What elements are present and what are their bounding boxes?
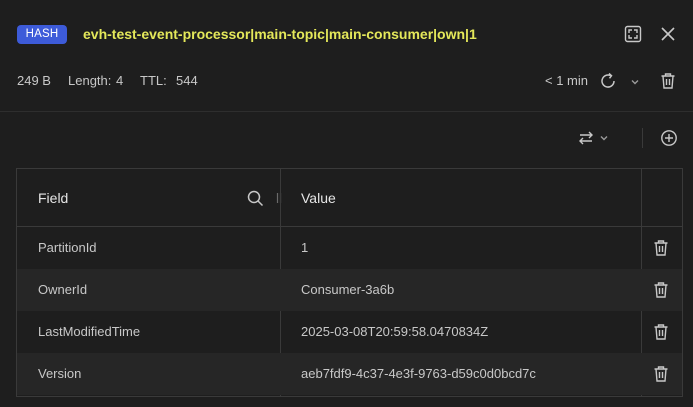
close-button[interactable] bbox=[658, 24, 678, 44]
table-row[interactable]: PartitionId 1 bbox=[17, 227, 682, 269]
field-cell: PartitionId bbox=[38, 240, 97, 255]
plus-circle-icon bbox=[661, 130, 677, 146]
field-cell: Version bbox=[38, 366, 82, 381]
trash-icon[interactable] bbox=[653, 281, 669, 299]
key-type-badge: HASH bbox=[17, 25, 67, 44]
hash-fields-table: Field Value PartitionId 1 OwnerId Consum… bbox=[16, 168, 683, 397]
fullscreen-button[interactable] bbox=[623, 24, 643, 44]
length-label: Length: bbox=[68, 73, 112, 88]
delete-key-button[interactable] bbox=[659, 71, 677, 91]
close-icon bbox=[661, 27, 675, 41]
trash-icon bbox=[661, 73, 675, 89]
field-column-header[interactable]: Field bbox=[38, 169, 68, 227]
chevron-down-icon bbox=[631, 80, 639, 85]
table-header: Field Value bbox=[17, 169, 682, 227]
search-field-button[interactable] bbox=[246, 189, 264, 207]
ttl-value[interactable]: 544 bbox=[176, 73, 198, 89]
value-column-header[interactable]: Value bbox=[301, 169, 336, 227]
ttl-label: TTL: bbox=[140, 73, 167, 88]
refresh-icon bbox=[601, 72, 615, 88]
value-cell[interactable]: 1 bbox=[301, 227, 308, 269]
search-icon bbox=[247, 190, 263, 206]
arrows-swap-icon bbox=[579, 131, 608, 145]
field-cell: OwnerId bbox=[38, 282, 88, 297]
refresh-button[interactable] bbox=[598, 71, 618, 91]
table-row[interactable]: OwnerId Consumer-3a6b bbox=[17, 269, 682, 311]
table-row[interactable]: LastModifiedTime 2025-03-08T20:59:58.047… bbox=[17, 311, 682, 353]
format-switch-button[interactable] bbox=[576, 128, 612, 148]
key-size: 249 B bbox=[17, 73, 51, 88]
trash-icon[interactable] bbox=[653, 323, 669, 341]
fullscreen-icon bbox=[624, 25, 642, 43]
key-name[interactable]: evh-test-event-processor|main-topic|main… bbox=[83, 26, 477, 43]
auto-refresh-menu-button[interactable] bbox=[629, 76, 641, 88]
value-cell[interactable]: aeb7fdf9-4c37-4e3f-9763-d59c0d0bcd7c bbox=[301, 353, 536, 395]
table-row[interactable]: Version aeb7fdf9-4c37-4e3f-9763-d59c0d0b… bbox=[17, 353, 682, 395]
add-field-button[interactable] bbox=[659, 128, 679, 148]
last-refresh-time: < 1 min bbox=[545, 73, 588, 88]
column-resize-handle[interactable] bbox=[275, 192, 283, 204]
value-cell[interactable]: 2025-03-08T20:59:58.0470834Z bbox=[301, 311, 488, 353]
length-value: 4 bbox=[116, 73, 124, 88]
value-cell[interactable]: Consumer-3a6b bbox=[301, 269, 394, 311]
trash-icon[interactable] bbox=[653, 365, 669, 383]
key-details-header: HASH evh-test-event-processor|main-topic… bbox=[0, 0, 693, 112]
trash-icon[interactable] bbox=[653, 239, 669, 257]
toolbar-divider bbox=[642, 128, 643, 148]
field-cell: LastModifiedTime bbox=[38, 324, 141, 339]
resize-handle-icon bbox=[276, 193, 282, 203]
